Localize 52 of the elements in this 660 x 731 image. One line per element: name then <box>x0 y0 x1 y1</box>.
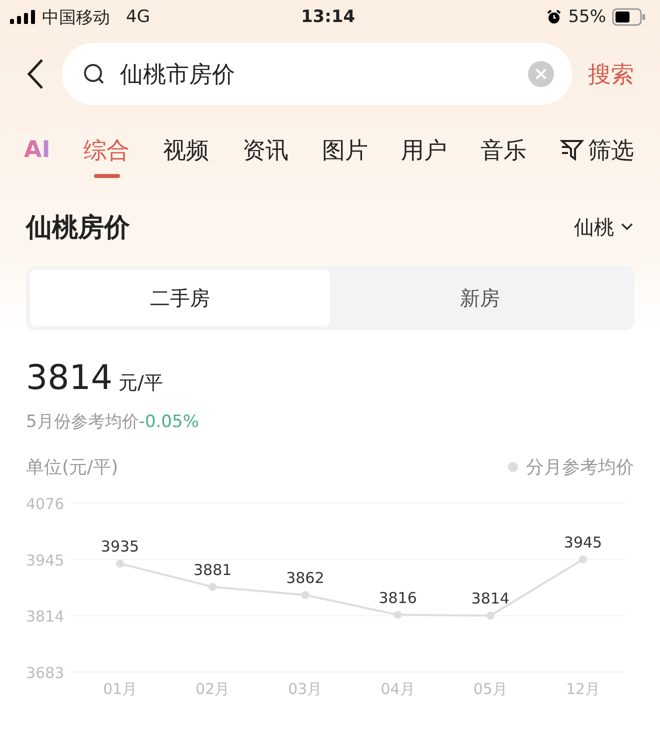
caret-icon <box>620 222 634 232</box>
search-field[interactable]: 仙桃市房价 <box>62 43 572 105</box>
clock-time: 13:14 <box>300 7 356 27</box>
data-point <box>208 582 217 591</box>
search-icon <box>82 62 106 86</box>
data-label: 3862 <box>286 569 324 588</box>
data-point <box>394 610 402 619</box>
battery-icon <box>612 8 646 26</box>
data-point <box>486 612 494 620</box>
alarm-icon <box>546 9 562 25</box>
tab[interactable]: 资讯 <box>242 128 288 178</box>
data-label: 3935 <box>100 538 140 556</box>
unit-label: 单位(元/平) <box>26 456 118 479</box>
price-unit: 元/平 <box>118 371 163 396</box>
segment-tab[interactable]: 二手房 <box>30 270 330 326</box>
carrier-name: 中国移动 <box>42 6 110 28</box>
data-label: 3881 <box>194 560 232 579</box>
tab[interactable]: 用户 <box>401 128 448 178</box>
y-tick-label: 3945 <box>26 551 64 570</box>
network-type: 4G <box>126 7 150 27</box>
legend-dot <box>508 462 518 472</box>
x-tick-label: 03月 <box>288 680 322 698</box>
segment-tab[interactable]: 新房 <box>330 270 630 326</box>
y-tick-label: 4076 <box>26 495 64 513</box>
x-tick-label: 12月 <box>566 680 600 698</box>
signal-icon <box>10 10 36 24</box>
tab[interactable]: 音乐 <box>480 128 527 178</box>
filter-button[interactable]: 筛选 <box>560 128 634 178</box>
data-label: 3814 <box>471 590 510 608</box>
x-tick-label: 04月 <box>380 680 415 698</box>
battery-percent: 55% <box>568 7 606 27</box>
price-change: -0.05% <box>138 412 199 432</box>
data-label: 3945 <box>564 533 602 552</box>
x-tick-label: 02月 <box>196 680 230 698</box>
legend-label: 分月参考均价 <box>526 456 634 479</box>
x-tick-label: 01月 <box>102 680 138 698</box>
price-value: 3814 <box>26 358 113 398</box>
filter-icon <box>560 139 584 161</box>
data-point <box>116 560 124 568</box>
tab[interactable]: 图片 <box>322 128 368 178</box>
section-title: 仙桃房价 <box>26 212 130 244</box>
city-dropdown[interactable]: 仙桃 <box>574 214 634 240</box>
data-point <box>579 555 587 564</box>
data-label: 3816 <box>378 588 417 607</box>
tab[interactable]: 综合 <box>84 128 130 178</box>
y-tick-label: 3814 <box>26 608 64 626</box>
price-note: 5月份参考均价 <box>26 412 139 432</box>
x-tick-label: 05月 <box>473 680 508 698</box>
y-tick-label: 3683 <box>26 664 64 682</box>
tab[interactable]: 视频 <box>163 128 210 178</box>
data-point <box>301 591 310 600</box>
back-icon[interactable] <box>26 58 46 90</box>
